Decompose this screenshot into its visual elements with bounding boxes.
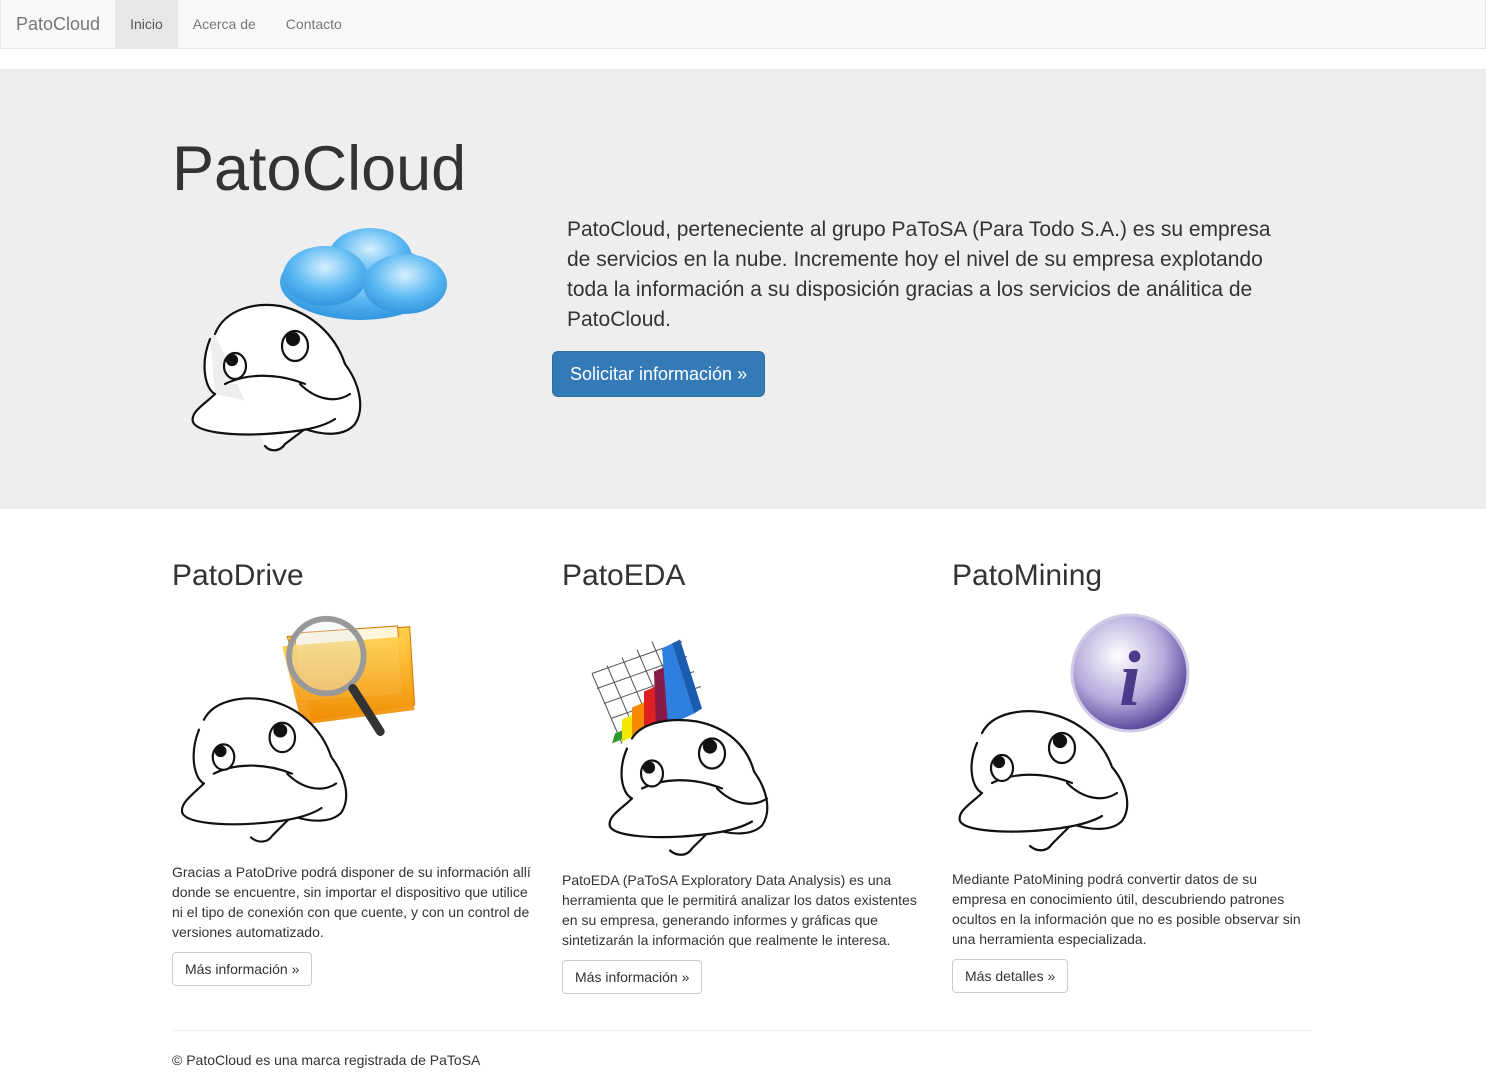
info-icon: i [1070, 613, 1190, 733]
solicitar-informacion-button[interactable]: Solicitar información » [552, 351, 766, 397]
mas-detalles-button-patomining[interactable]: Más detalles » [952, 959, 1069, 993]
feature-description: Gracias a PatoDrive podrá disponer de su… [172, 864, 531, 940]
footer-text: © PatoCloud es una marca registrada de P… [172, 1052, 481, 1068]
svg-text:i: i [1119, 635, 1141, 722]
nav-item-inicio[interactable]: Inicio [115, 0, 178, 48]
duck-cloud-illustration [191, 228, 447, 452]
bar-chart-duck-icon [591, 639, 769, 856]
nav-item-contacto[interactable]: Contacto [271, 0, 357, 48]
mas-informacion-button-patodrive[interactable]: Más información » [172, 952, 313, 986]
feature-description: PatoEDA (PaToSA Exploratory Data Analysi… [562, 872, 917, 948]
nav-item-acerca-de[interactable]: Acerca de [178, 0, 271, 48]
feature-patomining: PatoMining i Mediante PatoMining podrá c… [952, 548, 1312, 993]
duck-icon [191, 303, 362, 452]
feature-patoeda: PatoEDA PatoEDA (PaToSA Exploratory Data… [562, 548, 922, 994]
mas-informacion-button-patoeda[interactable]: Más información » [562, 960, 703, 994]
feature-title: PatoDrive [172, 559, 304, 592]
info-duck-icon: i [958, 613, 1190, 852]
navbar: PatoCloud Inicio Acerca de Contacto [0, 0, 1486, 49]
jumbotron-text: PatoCloud, perteneciente al grupo PaToSA… [567, 218, 1271, 331]
duck-icon [958, 710, 1129, 852]
jumbotron: PatoCloud PatoCloud, perteneciente al gr… [0, 69, 1486, 509]
feature-description: Mediante PatoMining podrá convertir dato… [952, 871, 1301, 947]
feature-title: PatoMining [952, 559, 1103, 592]
feature-patodrive: PatoDrive Gracias a PatoDrive podrá disp… [172, 548, 532, 986]
footer-divider [172, 1030, 1312, 1031]
duck-icon [608, 718, 769, 856]
navbar-brand[interactable]: PatoCloud [1, 0, 115, 48]
folder-magnifier-duck-icon [180, 615, 416, 843]
jumbotron-title: PatoCloud [172, 134, 467, 204]
feature-title: PatoEDA [562, 559, 686, 592]
cloud-icon [280, 228, 447, 320]
